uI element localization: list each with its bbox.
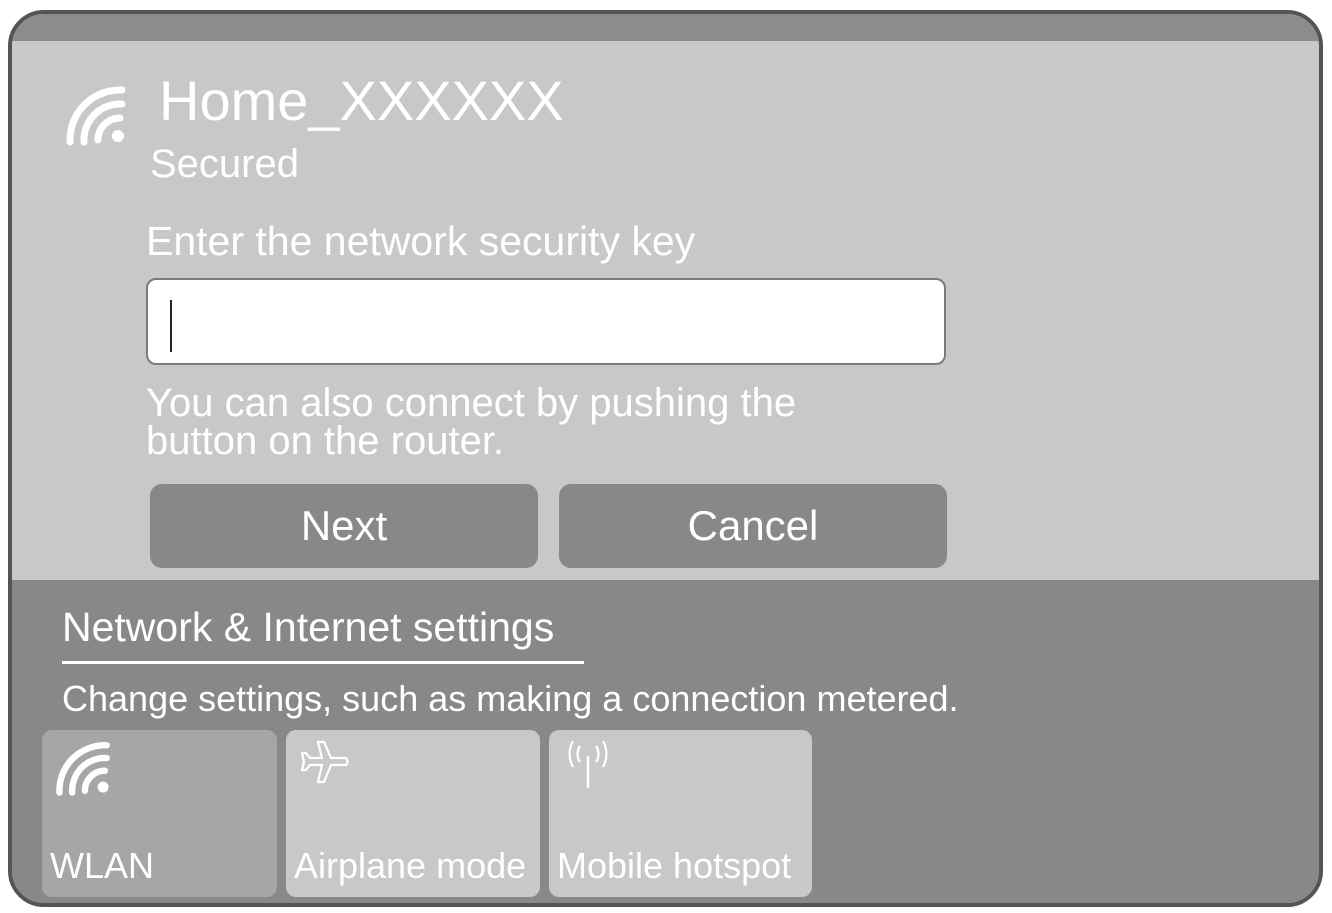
wifi-icon [54,738,114,803]
security-key-input[interactable] [146,278,946,365]
network-settings-link[interactable]: Network & Internet settings [62,604,584,664]
cancel-button[interactable]: Cancel [559,484,947,568]
airplane-icon [298,738,350,795]
title-bar [12,14,1319,41]
next-button[interactable]: Next [150,484,538,568]
router-button-hint: You can also connect by pushing the butt… [146,381,797,463]
wlan-toggle-tile[interactable]: WLAN [42,730,277,897]
security-key-label: Enter the network security key [146,218,696,264]
quick-settings-area: Network & Internet settings Change setti… [12,580,1319,903]
mobile-hotspot-tile[interactable]: Mobile hotspot [549,730,812,897]
network-settings-description: Change settings, such as making a connec… [62,678,959,719]
network-flyout: Home_XXXXXX Secured Enter the network se… [8,10,1323,907]
wifi-icon [64,82,130,148]
airplane-mode-label: Airplane mode [294,845,527,886]
text-cursor [170,300,172,352]
wlan-label: WLAN [50,845,155,886]
hotspot-icon [561,738,615,797]
mobile-hotspot-label: Mobile hotspot [557,845,792,886]
network-name: Home_XXXXXX [159,69,564,132]
network-status: Secured [150,142,299,186]
airplane-mode-tile[interactable]: Airplane mode [286,730,540,897]
